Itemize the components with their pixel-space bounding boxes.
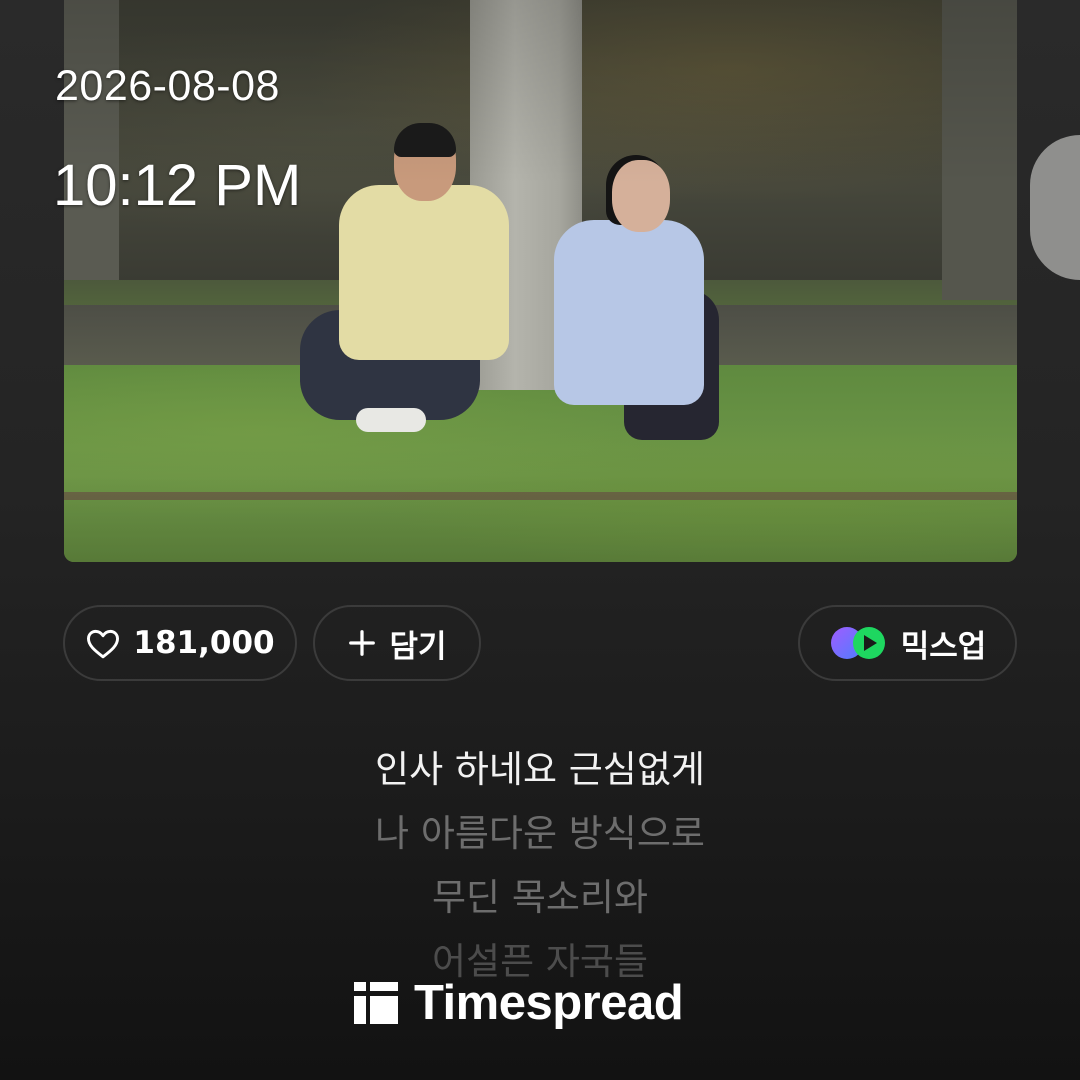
like-count: 181,000	[133, 625, 275, 661]
lyrics-panel[interactable]: 인사 하네요 근심없게 나 아름다운 방식으로 무딘 목소리와 어설픈 자국들	[0, 738, 1080, 994]
lyric-line[interactable]: 무딘 목소리와	[0, 866, 1080, 930]
mixup-logo-icon	[829, 625, 889, 661]
heart-outline-icon	[85, 627, 121, 659]
watermark-text: Timespread	[414, 976, 684, 1030]
lyric-line-current[interactable]: 인사 하네요 근심없게	[0, 738, 1080, 802]
mixup-label: 믹스업	[900, 628, 987, 665]
lyric-line[interactable]: 나 아름다운 방식으로	[0, 802, 1080, 866]
plus-icon	[347, 628, 377, 658]
overlay-time: 10:12 PM	[53, 153, 302, 218]
mixup-button[interactable]: 믹스업	[798, 605, 1017, 681]
overlay-date: 2026-08-08	[55, 62, 280, 110]
timespread-watermark: Timespread	[354, 975, 684, 1031]
add-to-playlist-button[interactable]: 담기	[313, 605, 481, 681]
timespread-logo-icon	[354, 982, 398, 1024]
like-button[interactable]: 181,000	[63, 605, 297, 681]
add-label: 담기	[389, 628, 447, 665]
